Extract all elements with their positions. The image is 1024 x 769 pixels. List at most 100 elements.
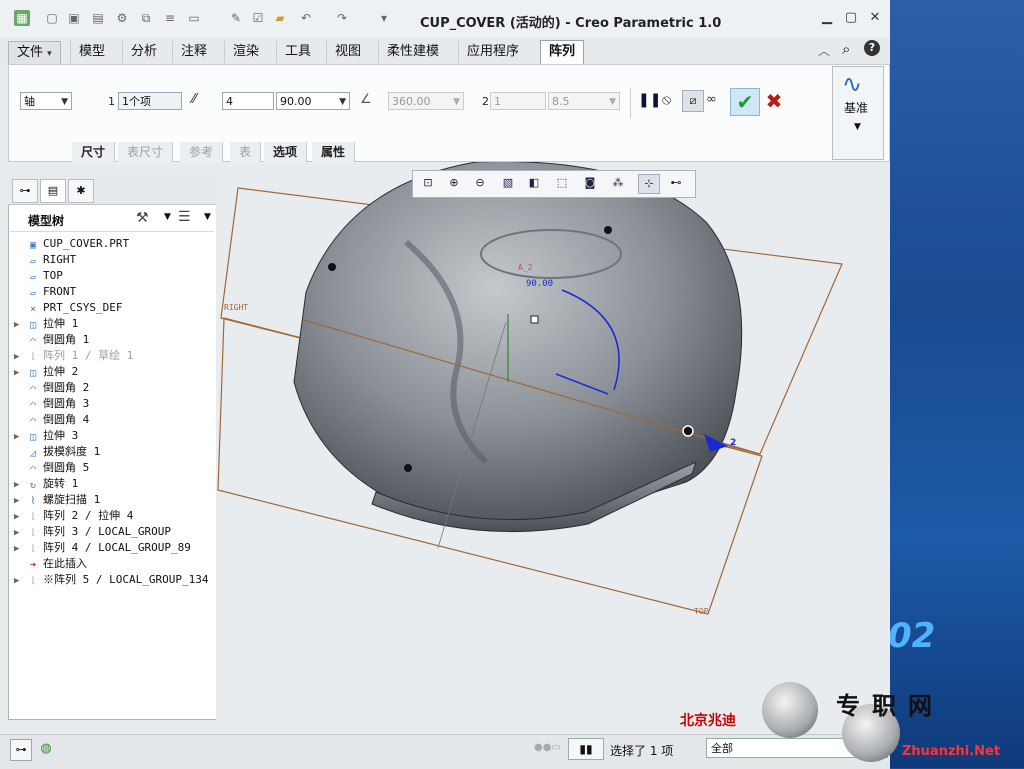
tree-item[interactable]: ▶ ◫ 拉伸 1 — [14, 316, 78, 332]
tree-item[interactable]: ➜ 在此插入 — [14, 556, 87, 572]
flip-direction-icon[interactable]: ⁄⁄ — [192, 92, 196, 107]
tree-item[interactable]: ◠ 倒圆角 4 — [14, 412, 89, 428]
save-icon[interactable]: ▤ — [90, 10, 106, 26]
tree-item[interactable]: ▶ ⁞ 阵列 2 / 拉伸 4 — [14, 508, 133, 524]
expand-toggle-icon[interactable]: ▶ — [14, 573, 26, 589]
regenerate-icon[interactable]: ⚙ — [114, 10, 130, 26]
tree-item[interactable]: ◿ 拔模斜度 1 — [14, 444, 100, 460]
selection-tool-icon[interactable]: ▮▮ — [568, 738, 604, 760]
view-manager-icon[interactable]: ◙ — [580, 174, 600, 192]
tree-item[interactable]: ▱ TOP — [14, 268, 63, 284]
tree-display-icon[interactable]: ☰ — [178, 209, 191, 225]
navigator-toggle-icon[interactable]: ⊶ — [10, 739, 32, 761]
dir1-items-collector[interactable]: 1个项 — [118, 92, 182, 110]
tab-applications[interactable]: 应用程序 — [458, 41, 527, 63]
folder-icon[interactable]: ▰ — [272, 10, 288, 26]
copy-icon[interactable]: ⧉ — [138, 10, 154, 26]
cancel-button[interactable]: ✖ — [764, 88, 784, 114]
member-count-input[interactable]: 4 — [222, 92, 274, 110]
check-icon[interactable]: ☑ — [250, 10, 266, 26]
tree-item[interactable]: ⨯ PRT_CSYS_DEF — [14, 300, 123, 316]
subtab-table[interactable]: 表 — [230, 142, 262, 162]
angle-increment-input[interactable]: 90.00 ▼ — [276, 92, 350, 110]
display-style-icon[interactable]: ◧ — [524, 174, 544, 192]
angle-dimension-value[interactable]: 90.00 — [526, 279, 553, 289]
tree-item[interactable]: ▶ ⁞ 阵列 4 / LOCAL_GROUP_89 — [14, 540, 191, 556]
window-icon[interactable]: ▭ — [186, 10, 202, 26]
tree-item[interactable]: ▶ ◫ 拉伸 3 — [14, 428, 78, 444]
pattern-type-select[interactable]: 轴 ▼ — [20, 92, 72, 110]
pattern-member-marker[interactable] — [604, 226, 612, 234]
collapse-ribbon-icon[interactable]: ︿ — [818, 42, 830, 59]
tree-item[interactable]: ▶ ◫ 拉伸 2 — [14, 364, 78, 380]
browser-toggle-icon[interactable]: ◍ — [36, 739, 56, 759]
tree-settings-dropdown-icon[interactable]: ▼ — [164, 212, 171, 222]
new-file-icon[interactable]: ▢ — [44, 10, 60, 26]
search-icon[interactable]: ⌕ — [842, 40, 850, 58]
edit-icon[interactable]: ✎ — [228, 10, 244, 26]
geometry-preview-icon[interactable]: ⧄ — [682, 90, 704, 112]
customize-dropdown-icon[interactable]: ▾ — [376, 10, 392, 26]
verify-preview-icon[interactable]: ∞ — [706, 92, 717, 107]
datum-dropdown-icon[interactable]: ▼ — [854, 122, 861, 132]
tree-item[interactable]: ◠ 倒圆角 2 — [14, 380, 89, 396]
pause-icon[interactable]: ❚❚ — [638, 92, 661, 108]
expand-toggle-icon[interactable]: ▶ — [14, 429, 26, 445]
tree-item[interactable]: ▱ FRONT — [14, 284, 76, 300]
maximize-button[interactable]: ▢ — [842, 10, 860, 26]
tab-flexible-modeling[interactable]: 柔性建模 — [378, 41, 447, 63]
tab-analysis[interactable]: 分析 — [122, 41, 165, 63]
model-tree-tab-icon[interactable]: ⊶ — [12, 179, 38, 203]
expand-toggle-icon[interactable]: ▶ — [14, 477, 26, 493]
subtab-properties[interactable]: 属性 — [312, 142, 356, 162]
refit-icon[interactable]: ⊡ — [418, 174, 438, 192]
tree-item[interactable]: ▱ RIGHT — [14, 252, 76, 268]
no-preview-icon[interactable]: ⦸ — [662, 92, 671, 108]
angular-extent-icon[interactable]: ∠ — [360, 92, 372, 107]
folder-browser-tab-icon[interactable]: ▤ — [40, 179, 66, 203]
pattern-member-marker-selected[interactable] — [682, 425, 694, 437]
zoom-in-icon[interactable]: ⊕ — [444, 174, 464, 192]
expand-toggle-icon[interactable]: ▶ — [14, 525, 26, 541]
subtab-references[interactable]: 参考 — [180, 142, 224, 162]
tab-file[interactable]: 文件 ▾ — [8, 41, 61, 65]
help-icon[interactable]: ? — [864, 40, 880, 56]
annotation-display-icon[interactable]: ⊷ — [666, 174, 686, 192]
tab-pattern[interactable]: 阵列 — [540, 40, 585, 65]
subtab-dimensions[interactable]: 尺寸 — [72, 142, 116, 162]
tree-item[interactable]: ▶ ⌇ 螺旋扫描 1 — [14, 492, 100, 508]
layers-icon[interactable]: ≡ — [162, 10, 178, 26]
tree-item[interactable]: ▶ ↻ 旋转 1 — [14, 476, 78, 492]
subtab-options[interactable]: 选项 — [264, 142, 308, 162]
expand-toggle-icon[interactable]: ▶ — [14, 493, 26, 509]
tree-item[interactable]: ◠ 倒圆角 1 — [14, 332, 89, 348]
zoom-out-icon[interactable]: ⊖ — [470, 174, 490, 192]
favorites-tab-icon[interactable]: ✱ — [68, 179, 94, 203]
tab-view[interactable]: 视图 — [326, 41, 369, 63]
close-button[interactable]: ✕ — [866, 10, 884, 26]
tree-item[interactable]: ▶ ⁞ 阵列 3 / LOCAL_GROUP — [14, 524, 171, 540]
minimize-button[interactable]: ▁ — [818, 10, 836, 26]
tree-display-dropdown-icon[interactable]: ▼ — [204, 212, 211, 222]
tree-item[interactable]: ▶ ⁞ ※阵列 5 / LOCAL_GROUP_134 — [14, 572, 208, 588]
expand-toggle-icon[interactable]: ▶ — [14, 365, 26, 381]
pattern-member-marker[interactable] — [404, 464, 412, 472]
tree-item[interactable]: ▣ CUP_COVER.PRT — [14, 236, 129, 252]
spin-center-icon[interactable]: ⊹ — [638, 174, 660, 194]
saved-views-icon[interactable]: ⬚ — [552, 174, 572, 192]
datum-display-icon[interactable]: ⁂ — [608, 174, 628, 192]
tree-item[interactable]: ▶ ⁞ 阵列 1 / 草绘 1 — [14, 348, 133, 364]
tab-model[interactable]: 模型 — [70, 41, 113, 63]
graphics-area[interactable]: 90.00 A_2 2 RIGHT TOP — [216, 161, 888, 722]
expand-toggle-icon[interactable]: ▶ — [14, 317, 26, 333]
tree-item[interactable]: ◠ 倒圆角 5 — [14, 460, 89, 476]
tree-item[interactable]: ◠ 倒圆角 3 — [14, 396, 89, 412]
tab-render[interactable]: 渲染 — [224, 41, 267, 63]
tab-annotate[interactable]: 注释 — [172, 41, 215, 63]
expand-toggle-icon[interactable]: ▶ — [14, 509, 26, 525]
undo-icon[interactable]: ↶ — [298, 10, 314, 26]
repaint-icon[interactable]: ▧ — [498, 174, 518, 192]
drag-handle[interactable] — [530, 315, 539, 324]
expand-toggle-icon[interactable]: ▶ — [14, 349, 26, 365]
apply-button[interactable]: ✔ — [730, 88, 760, 116]
